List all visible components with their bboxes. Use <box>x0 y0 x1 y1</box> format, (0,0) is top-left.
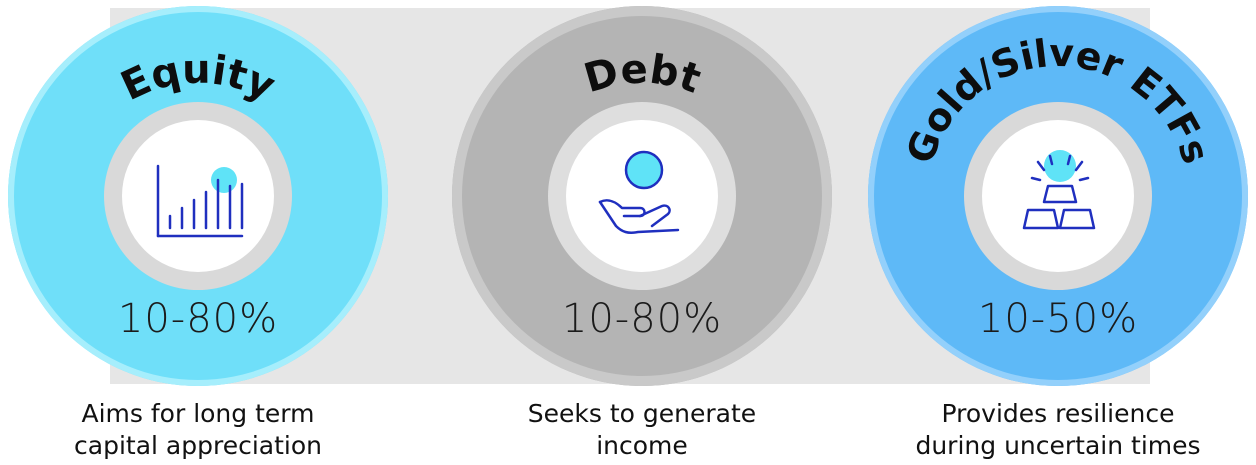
gold-silver-caption: Provides resilience during uncertain tim… <box>888 398 1228 462</box>
debt-caption: Seeks to generate income <box>472 398 812 462</box>
svg-text:Equity: Equity <box>114 47 282 110</box>
debt-title: Debt <box>579 46 706 102</box>
bar-chart-icon <box>156 164 244 238</box>
gold-silver-icon-circle <box>982 120 1134 272</box>
gold-silver-allocation: 10-50% <box>977 296 1139 342</box>
allocation-diagram: Equity 10-80% Aims for long term capital… <box>0 0 1256 465</box>
gold-silver-caption-line1: Provides resilience <box>941 399 1175 428</box>
equity-allocation: 10-80% <box>117 296 279 342</box>
debt-caption-line2: income <box>596 431 688 460</box>
debt-allocation: 10-80% <box>561 296 723 342</box>
equity-title: Equity <box>114 47 282 110</box>
debt-icon-circle <box>566 120 718 272</box>
gold-silver-caption-line2: during uncertain times <box>915 431 1201 460</box>
gold-bars-icon <box>1022 150 1096 230</box>
equity-caption: Aims for long term capital appreciation <box>28 398 368 462</box>
equity-caption-line2: capital appreciation <box>74 431 322 460</box>
coin-in-hand-icon <box>598 150 680 234</box>
equity-icon-circle <box>122 120 274 272</box>
debt-caption-line1: Seeks to generate <box>527 399 757 428</box>
svg-text:Debt: Debt <box>579 46 706 102</box>
equity-caption-line1: Aims for long term <box>81 399 315 428</box>
